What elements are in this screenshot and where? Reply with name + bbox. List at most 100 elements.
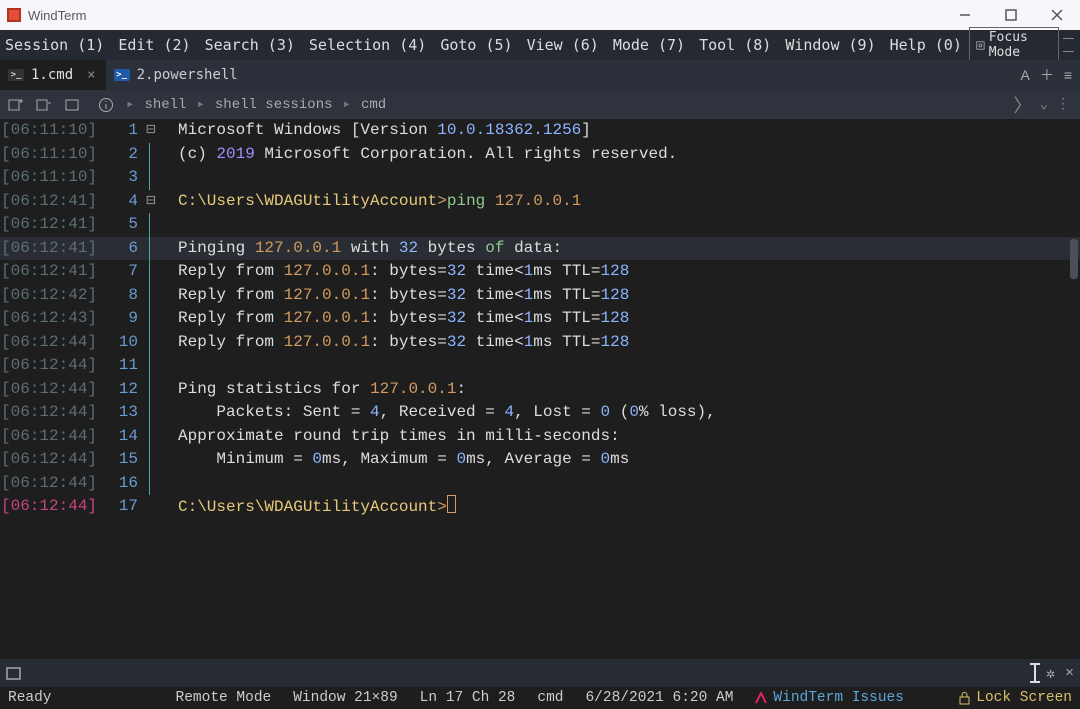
close-button[interactable] — [1034, 0, 1080, 30]
line-number: 1 — [128, 121, 138, 139]
gear-icon[interactable]: ✲ — [1046, 664, 1055, 683]
new-split-right-button[interactable] — [30, 97, 58, 113]
font-scale-button[interactable]: A — [1020, 67, 1029, 83]
new-window-button[interactable] — [58, 97, 86, 113]
new-split-add-button[interactable] — [2, 97, 30, 113]
menu-tool[interactable]: Tool (8) — [692, 36, 778, 54]
breadcrumb-next-icon[interactable]: 〉 — [1014, 92, 1032, 118]
terminal-output: Reply from 127.0.0.1: bytes=32 time<1ms … — [160, 284, 1080, 308]
timestamp: [06:12:43] — [1, 309, 97, 327]
titlebar: WindTerm — [0, 0, 1080, 30]
close-icon[interactable]: × — [87, 67, 95, 83]
panel-stack-icon[interactable] — [1063, 38, 1074, 52]
terminal-line: [06:11:10]1⊟Microsoft Windows [Version 1… — [0, 119, 1080, 143]
status-cursor-pos: Ln 17 Ch 28 — [420, 690, 516, 706]
line-number: 14 — [119, 427, 138, 445]
powershell-icon: >_ — [114, 69, 130, 81]
line-number: 3 — [128, 168, 138, 186]
line-number: 11 — [119, 356, 138, 374]
menu-help[interactable]: Help (0) — [883, 36, 969, 54]
terminal-output — [160, 213, 1080, 237]
tabs-menu-button[interactable]: ≡ — [1064, 67, 1072, 83]
line-number: 12 — [119, 380, 138, 398]
line-number: 6 — [128, 239, 138, 257]
terminal-line: [06:12:44]11 — [0, 354, 1080, 378]
windterm-issues-link[interactable]: WindTerm Issues — [755, 690, 904, 706]
fold-toggle-icon[interactable]: ⊟ — [146, 121, 156, 139]
terminal-line: [06:12:41] 5 — [0, 213, 1080, 237]
timestamp: [06:12:44] — [1, 403, 97, 421]
minimize-button[interactable] — [942, 0, 988, 30]
chevron-right-icon: ▸ — [196, 96, 204, 113]
fold-toggle-icon[interactable]: ⊟ — [146, 192, 156, 210]
menubar: Session (1) Edit (2) Search (3) Selectio… — [0, 30, 1080, 60]
terminal-output: Microsoft Windows [Version 10.0.18362.12… — [160, 119, 1080, 143]
terminal-output — [160, 166, 1080, 190]
terminal-line: [06:12:44]13 Packets: Sent = 4, Received… — [0, 401, 1080, 425]
terminal-area[interactable]: [06:11:10]1⊟Microsoft Windows [Version 1… — [0, 119, 1080, 659]
fold-guide-line — [149, 213, 150, 237]
app-title: WindTerm — [28, 8, 87, 23]
crumb-shell[interactable]: shell — [144, 97, 186, 113]
terminal-line: [06:11:10] 3 — [0, 166, 1080, 190]
scrollbar-thumb[interactable] — [1070, 239, 1078, 279]
fold-guide-line — [149, 166, 150, 190]
line-number: 5 — [128, 215, 138, 233]
terminal-output: Reply from 127.0.0.1: bytes=32 time<1ms … — [160, 331, 1080, 355]
fold-guide-line — [149, 143, 150, 167]
menu-edit[interactable]: Edit (2) — [111, 36, 197, 54]
terminal-output: Minimum = 0ms, Maximum = 0ms, Average = … — [160, 448, 1080, 472]
menu-goto[interactable]: Goto (5) — [433, 36, 519, 54]
status-shell: cmd — [537, 690, 563, 706]
terminal-output: Reply from 127.0.0.1: bytes=32 time<1ms … — [160, 307, 1080, 331]
menu-search[interactable]: Search (3) — [198, 36, 302, 54]
menu-view[interactable]: View (6) — [520, 36, 606, 54]
add-tab-button[interactable]: ＋ — [1040, 65, 1054, 85]
timestamp: [06:12:44] — [1, 333, 97, 351]
menu-mode[interactable]: Mode (7) — [606, 36, 692, 54]
fold-guide-line — [149, 448, 150, 472]
menu-window[interactable]: Window (9) — [778, 36, 882, 54]
tab-powershell[interactable]: >_ 2.powershell — [106, 60, 248, 90]
fold-guide-line — [149, 472, 150, 496]
terminal-output: Ping statistics for 127.0.0.1: — [160, 378, 1080, 402]
fold-guide-line — [149, 401, 150, 425]
line-number: 16 — [119, 474, 138, 492]
timestamp: [06:12:41] — [1, 192, 97, 210]
crumb-current[interactable]: cmd — [361, 97, 386, 113]
terminal-output — [160, 354, 1080, 378]
info-icon[interactable] — [92, 97, 120, 113]
vertical-dots-icon[interactable]: ⋮ — [1056, 96, 1070, 113]
timestamp: [06:12:41] — [1, 215, 97, 233]
timestamp: [06:12:44] — [1, 497, 97, 515]
chevron-right-icon: ▸ — [126, 96, 134, 113]
timestamp: [06:12:44] — [1, 450, 97, 468]
terminal-cursor — [447, 495, 456, 513]
terminal-line: [06:12:44] 10 Reply from 127.0.0.1: bytes=… — [0, 331, 1080, 355]
timestamp: [06:11:10] — [1, 168, 97, 186]
tab-label: 2.powershell — [137, 67, 238, 83]
timestamp: [06:12:44] — [1, 427, 97, 445]
chevron-down-icon[interactable]: ⌄ — [1040, 96, 1048, 113]
cmd-icon: >_ — [8, 69, 24, 81]
line-number: 2 — [128, 145, 138, 163]
status-remote-mode[interactable]: Remote Mode — [176, 690, 272, 706]
menu-selection[interactable]: Selection (4) — [302, 36, 433, 54]
focus-mode-button[interactable]: Focus Mode — [969, 27, 1059, 63]
tab-label: 1.cmd — [31, 67, 73, 83]
lock-screen-button[interactable]: Lock Screen — [959, 690, 1080, 706]
crumb-sessions[interactable]: shell sessions — [215, 97, 333, 113]
terminal-output: Approximate round trip times in milli-se… — [160, 425, 1080, 449]
fold-guide-line — [149, 425, 150, 449]
menu-session[interactable]: Session (1) — [0, 36, 111, 54]
timestamp: [06:12:44] — [1, 380, 97, 398]
line-number: 4 — [128, 192, 138, 210]
chevron-right-icon: ▸ — [343, 96, 351, 113]
panel-icon[interactable] — [6, 667, 21, 680]
terminal-line: [06:11:10]2(c) 2019 Microsoft Corporatio… — [0, 143, 1080, 167]
tab-cmd[interactable]: >_ 1.cmd × — [0, 60, 106, 90]
close-panel-icon[interactable]: × — [1065, 665, 1074, 682]
line-number: 10 — [119, 333, 138, 351]
breadcrumb: ▸ shell ▸ shell sessions ▸ cmd — [120, 96, 386, 113]
maximize-button[interactable] — [988, 0, 1034, 30]
